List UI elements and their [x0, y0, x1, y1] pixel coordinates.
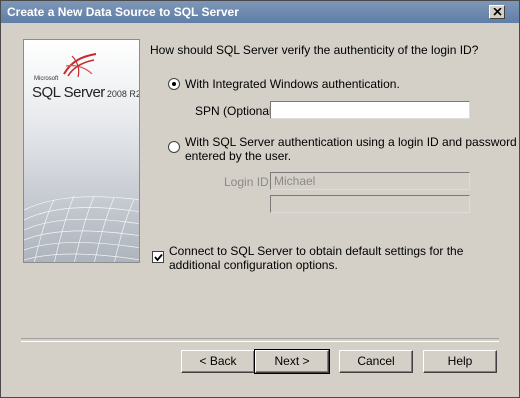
login-id-input[interactable] — [270, 172, 470, 190]
connect-settings-checkbox[interactable] — [152, 251, 164, 263]
brand-product-name: SQL Server — [32, 84, 105, 101]
branding-panel: Microsoft SQL Server 2008 R2 — [23, 39, 140, 263]
back-button[interactable]: < Back — [181, 350, 255, 373]
integrated-auth-radio[interactable] — [168, 78, 180, 90]
auth-question: How should SQL Server verify the authent… — [150, 43, 479, 57]
login-id-label: Login ID: — [224, 175, 273, 189]
connect-settings-label-line2[interactable]: additional configuration options. — [169, 258, 338, 272]
cancel-button[interactable]: Cancel — [339, 350, 413, 373]
brand-product: SQL Server 2008 R2 — [32, 84, 140, 101]
title-bar: Create a New Data Source to SQL Server — [1, 1, 519, 23]
brand-microsoft: Microsoft — [34, 76, 59, 82]
spn-input[interactable] — [270, 101, 470, 119]
window-title: Create a New Data Source to SQL Server — [7, 5, 239, 19]
separator — [21, 338, 499, 342]
next-button[interactable]: Next > — [254, 349, 330, 374]
help-button[interactable]: Help — [423, 350, 497, 373]
checkmark-icon — [154, 253, 163, 262]
integrated-auth-label[interactable]: With Integrated Windows authentication. — [185, 77, 400, 91]
decorative-mesh — [24, 195, 139, 262]
dialog-window: Create a New Data Source to SQL Server M… — [0, 0, 520, 398]
sql-auth-label-line1[interactable]: With SQL Server authentication using a l… — [185, 135, 517, 149]
sql-auth-label-line2[interactable]: entered by the user. — [185, 149, 291, 163]
close-icon — [493, 8, 502, 16]
sql-server-logo-icon — [63, 53, 97, 78]
spn-label: SPN (Optional): — [195, 104, 280, 118]
connect-settings-label-line1[interactable]: Connect to SQL Server to obtain default … — [169, 244, 463, 258]
sql-auth-radio[interactable] — [168, 141, 180, 153]
brand-version: 2008 R2 — [106, 89, 140, 99]
close-button[interactable] — [489, 5, 505, 19]
password-input[interactable] — [270, 195, 470, 213]
radio-selected-dot — [172, 82, 176, 86]
